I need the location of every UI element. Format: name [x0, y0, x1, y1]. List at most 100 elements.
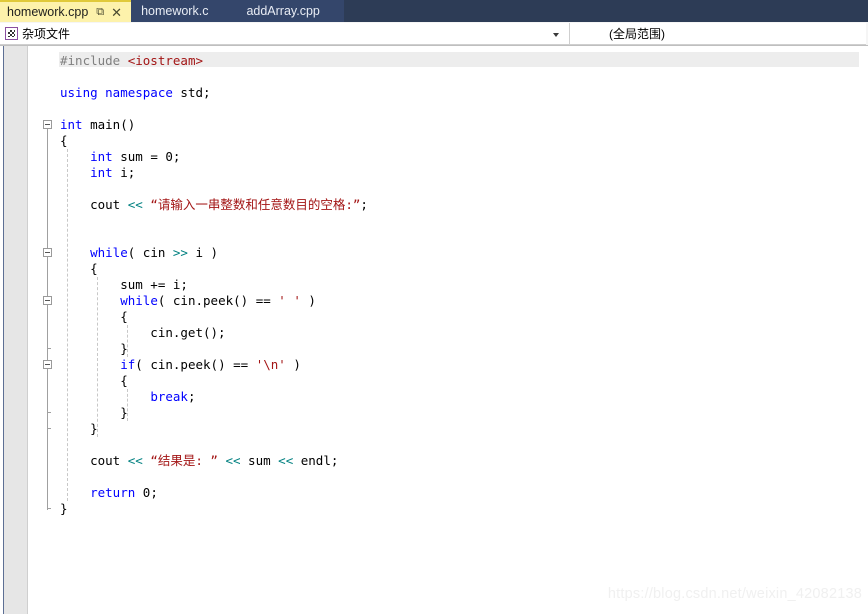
code-line[interactable]: [38, 101, 838, 117]
tab-label: homework.c: [141, 4, 209, 18]
code-line[interactable]: cin.get();: [38, 325, 838, 341]
code-token: sum += i;: [60, 277, 188, 292]
tab-homework-c[interactable]: homework.c: [131, 0, 237, 22]
code-token: ): [285, 357, 301, 372]
code-line[interactable]: cout << “结果是: ” << sum << endl;: [38, 453, 838, 469]
code-line[interactable]: [38, 69, 838, 85]
fold-collapse-button[interactable]: [43, 360, 52, 369]
fold-guide-tick: [47, 348, 51, 349]
code-line[interactable]: using namespace std;: [38, 85, 838, 101]
fold-guide-line: [47, 128, 48, 510]
indent-guide: [127, 325, 128, 357]
code-token: i ): [187, 245, 219, 260]
code-line[interactable]: while( cin.peek() == ' ' ): [38, 293, 838, 309]
code-text-area[interactable]: #include <iostream> using namespace std; i…: [38, 46, 868, 614]
code-token: }: [60, 501, 68, 516]
code-line[interactable]: int main(): [38, 117, 838, 133]
code-token: {: [60, 373, 128, 388]
code-line[interactable]: while( cin >> i ): [38, 245, 838, 261]
code-token: main(): [82, 117, 136, 132]
code-token: <<: [127, 197, 143, 212]
code-line[interactable]: {: [38, 261, 838, 277]
code-token: if: [120, 357, 136, 372]
code-line[interactable]: [38, 469, 838, 485]
code-token: sum: [240, 453, 279, 468]
pin-icon[interactable]: ⧉: [96, 6, 104, 18]
code-line[interactable]: }: [38, 341, 838, 357]
code-token: while: [120, 293, 158, 308]
code-token: <iostream>: [127, 53, 203, 68]
scope-dropdown-value: 杂项文件: [22, 26, 71, 41]
code-token: #include: [60, 53, 128, 68]
code-line[interactable]: }: [38, 405, 838, 421]
code-token: return: [90, 485, 136, 500]
code-token: cout: [60, 453, 128, 468]
code-line[interactable]: {: [38, 373, 838, 389]
code-token: i;: [112, 165, 136, 180]
code-token: ( cin.peek() ==: [157, 293, 279, 308]
code-token: endl;: [293, 453, 339, 468]
code-line[interactable]: [38, 213, 838, 229]
code-token: ' ': [278, 293, 301, 308]
fold-collapse-button[interactable]: [43, 248, 52, 257]
chevron-down-icon[interactable]: [553, 32, 559, 37]
code-token: using namespace: [60, 85, 173, 100]
code-line[interactable]: }: [38, 501, 838, 517]
code-token: {: [60, 261, 98, 276]
editor-tab-strip: homework.cpp ⧉ ✕ homework.c addArray.cpp: [0, 0, 868, 22]
member-dropdown[interactable]: (全局范围): [570, 23, 866, 45]
misc-files-icon: [5, 27, 18, 40]
indicator-margin[interactable]: [3, 46, 28, 614]
code-line[interactable]: break;: [38, 389, 838, 405]
code-line[interactable]: cout << “请输入一串整数和任意数目的空格:”;: [38, 197, 838, 213]
indent-guide: [97, 277, 98, 437]
code-token: cin.get();: [60, 325, 226, 340]
code-token: ( cin.peek() ==: [135, 357, 256, 372]
code-line[interactable]: {: [38, 133, 838, 149]
indent-guide: [67, 149, 68, 501]
code-line[interactable]: [38, 181, 838, 197]
code-token: int: [60, 117, 83, 132]
code-token: {: [60, 133, 68, 148]
code-token: '\n': [255, 357, 286, 372]
tab-addarray-cpp[interactable]: addArray.cpp: [236, 0, 344, 22]
code-token: <<: [127, 453, 143, 468]
member-dropdown-value: (全局范围): [609, 26, 665, 41]
tab-label: homework.cpp: [7, 5, 89, 19]
fold-collapse-button[interactable]: [43, 120, 52, 129]
close-icon[interactable]: ✕: [111, 6, 122, 19]
code-token: int: [90, 165, 113, 180]
code-line[interactable]: if( cin.peek() == '\n' ): [38, 357, 838, 373]
indent-guide: [127, 389, 128, 421]
tab-homework-cpp[interactable]: homework.cpp ⧉ ✕: [0, 0, 132, 22]
code-token: std;: [172, 85, 211, 100]
code-token: while: [90, 245, 128, 260]
code-line[interactable]: [38, 437, 838, 453]
tab-strip-empty-area: [343, 0, 868, 22]
fold-collapse-button[interactable]: [43, 296, 52, 305]
code-line[interactable]: [38, 229, 838, 245]
code-line[interactable]: int i;: [38, 165, 838, 181]
scope-dropdown[interactable]: 杂项文件: [0, 23, 570, 45]
code-line[interactable]: {: [38, 309, 838, 325]
code-line[interactable]: int sum = 0;: [38, 149, 838, 165]
code-token: 0;: [135, 485, 158, 500]
code-token: “请输入一串整数和任意数目的空格:”: [142, 197, 361, 212]
code-line[interactable]: sum += i;: [38, 277, 838, 293]
code-line[interactable]: }: [38, 421, 838, 437]
fold-guide-tick: [47, 412, 51, 413]
code-token: ( cin: [127, 245, 173, 260]
code-line[interactable]: return 0;: [38, 485, 838, 501]
code-editor-surface[interactable]: #include <iostream> using namespace std; i…: [0, 46, 868, 614]
code-token: <<: [225, 453, 241, 468]
code-token: >>: [172, 245, 188, 260]
code-token: {: [60, 309, 128, 324]
code-token: sum = 0;: [112, 149, 181, 164]
code-line[interactable]: #include <iostream>: [38, 53, 838, 69]
watermark-text: https://blog.csdn.net/weixin_42082138: [607, 586, 862, 602]
